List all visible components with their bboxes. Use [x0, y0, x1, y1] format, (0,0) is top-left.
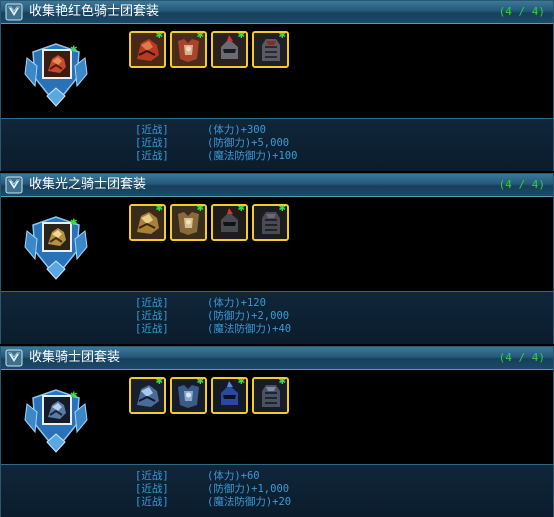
stat-value: +40: [272, 323, 292, 335]
green-star-icon: ✱: [278, 377, 286, 387]
stat-name: (魔法防御力)+20: [207, 496, 292, 508]
green-star-icon: ✱: [196, 377, 204, 387]
item-slot-2[interactable]: ✱: [170, 204, 207, 241]
winged-crest-icon: ✱: [23, 384, 89, 456]
stat-name: (防御力)+1,000: [207, 483, 290, 495]
stat-name: (魔法防御力)+100: [207, 150, 298, 162]
stat-value: +2,000: [251, 310, 290, 322]
stat-name: (体力)+120: [207, 297, 266, 309]
stat-category: [近战]: [135, 137, 169, 149]
item-slot-4[interactable]: ✱: [252, 31, 289, 68]
green-star-icon: ✱: [278, 31, 286, 41]
green-star-icon: ✱: [237, 204, 245, 214]
set-panel-light-knight: 收集光之骑士团套装 (4 / 4) ✱ ✱ ✱ ✱ ✱ [近战] (体力)+12…: [0, 173, 554, 344]
stat-value: +1,000: [251, 483, 290, 495]
stat-name: (防御力)+5,000: [207, 137, 290, 149]
panel-body: ✱ ✱ ✱ ✱ ✱: [1, 24, 553, 117]
stat-category: [近战]: [135, 323, 169, 335]
green-star-icon: ✱: [196, 31, 204, 41]
set-bonus-stats: [近战] (体力)+120 [近战] (防御力)+2,000 [近战] (魔法防…: [1, 291, 553, 344]
green-star-icon: ✱: [155, 204, 163, 214]
item-slot-3[interactable]: ✱: [211, 377, 248, 414]
green-star-icon: ✱: [237, 377, 245, 387]
panel-body: ✱ ✱ ✱ ✱ ✱: [1, 197, 553, 290]
panel-header: 收集骑士团套装 (4 / 4): [1, 347, 553, 370]
stat-value: +5,000: [251, 137, 290, 149]
item-slot-4[interactable]: ✱: [252, 377, 289, 414]
stat-value: +100: [272, 150, 298, 162]
item-slot-1[interactable]: ✱: [129, 204, 166, 241]
item-slot-3[interactable]: ✱: [211, 31, 248, 68]
wing-emblem-icon: [5, 349, 23, 367]
green-star-icon: ✱: [155, 377, 163, 387]
green-star-icon: ✱: [70, 45, 78, 55]
green-star-icon: ✱: [70, 391, 78, 401]
set-panel-knight: 收集骑士团套装 (4 / 4) ✱ ✱ ✱ ✱ ✱ [近战] (体力)+60 […: [0, 346, 554, 517]
stat-value: +120: [240, 297, 266, 309]
green-star-icon: ✱: [70, 218, 78, 228]
set-bonus-stats: [近战] (体力)+60 [近战] (防御力)+1,000 [近战] (魔法防御…: [1, 464, 553, 517]
stat-value: +300: [240, 124, 266, 136]
stat-value: +60: [240, 470, 260, 482]
item-slot-1[interactable]: ✱: [129, 31, 166, 68]
green-star-icon: ✱: [155, 31, 163, 41]
green-star-icon: ✱: [237, 31, 245, 41]
winged-crest-icon: ✱: [23, 38, 89, 110]
wing-emblem-icon: [5, 176, 23, 194]
stat-name: (防御力)+2,000: [207, 310, 290, 322]
collection-count: (4 / 4): [498, 178, 545, 191]
item-slot-2[interactable]: ✱: [170, 377, 207, 414]
set-portrait: [42, 222, 72, 252]
panel-body: ✱ ✱ ✱ ✱ ✱: [1, 370, 553, 463]
panel-title: 收集艳红色骑士团套装: [29, 4, 160, 19]
stat-category: [近战]: [135, 310, 169, 322]
stat-value: +20: [272, 496, 292, 508]
set-bonus-stats: [近战] (体力)+300 [近战] (防御力)+5,000 [近战] (魔法防…: [1, 118, 553, 171]
stat-category: [近战]: [135, 470, 169, 482]
winged-crest-icon: ✱: [23, 211, 89, 283]
stat-category: [近战]: [135, 297, 169, 309]
stat-name: (体力)+60: [207, 470, 260, 482]
panel-title: 收集光之骑士团套装: [29, 177, 147, 192]
panel-title: 收集骑士团套装: [29, 350, 121, 365]
stat-category: [近战]: [135, 496, 169, 508]
set-panel-crimson-knight: 收集艳红色骑士团套装 (4 / 4) ✱ ✱ ✱ ✱ ✱ [近战] (体力)+3…: [0, 0, 554, 171]
collection-count: (4 / 4): [498, 5, 545, 18]
collection-set-list: 收集艳红色骑士团套装 (4 / 4) ✱ ✱ ✱ ✱ ✱ [近战] (体力)+3…: [0, 0, 554, 517]
stat-category: [近战]: [135, 150, 169, 162]
stat-name: (体力)+300: [207, 124, 266, 136]
set-portrait: [42, 395, 72, 425]
item-slot-2[interactable]: ✱: [170, 31, 207, 68]
wing-emblem-icon: [5, 3, 23, 21]
panel-header: 收集光之骑士团套装 (4 / 4): [1, 174, 553, 197]
green-star-icon: ✱: [196, 204, 204, 214]
item-slot-1[interactable]: ✱: [129, 377, 166, 414]
green-star-icon: ✱: [278, 204, 286, 214]
item-slot-4[interactable]: ✱: [252, 204, 289, 241]
panel-header: 收集艳红色骑士团套装 (4 / 4): [1, 1, 553, 24]
collection-count: (4 / 4): [498, 351, 545, 364]
set-portrait: [42, 49, 72, 79]
stat-name: (魔法防御力)+40: [207, 323, 292, 335]
stat-category: [近战]: [135, 483, 169, 495]
item-slot-3[interactable]: ✱: [211, 204, 248, 241]
stat-category: [近战]: [135, 124, 169, 136]
